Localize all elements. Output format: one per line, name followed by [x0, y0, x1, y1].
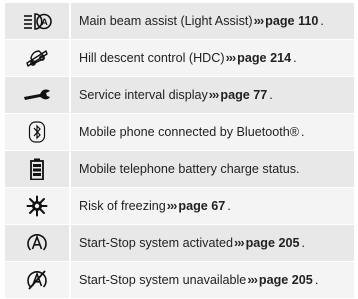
table-row: Hill descent control (HDC) ››› page 214 …: [5, 40, 354, 77]
start-stop-active-icon: [25, 231, 49, 255]
row-label: Risk of freezing: [79, 199, 166, 213]
icon-cell: [5, 262, 71, 298]
row-text: Mobile telephone battery charge status.: [71, 151, 354, 187]
svg-text:A: A: [41, 17, 48, 27]
row-end: .: [269, 88, 273, 102]
row-end: .: [227, 199, 231, 213]
row-label: Mobile telephone battery charge status.: [79, 162, 300, 176]
row-label: Start-Stop system activated: [79, 236, 233, 250]
page-reference-link[interactable]: page 205: [246, 236, 300, 250]
row-text: Hill descent control (HDC) ››› page 214 …: [71, 40, 354, 76]
reference-arrows: ›››: [234, 236, 245, 250]
row-text: Start-Stop system unavailable ››› page 2…: [71, 262, 354, 298]
page-reference-link[interactable]: page 205: [259, 273, 313, 287]
row-text: Risk of freezing ››› page 67 .: [71, 188, 354, 224]
start-stop-unavailable-icon: [25, 268, 49, 292]
reference-arrows: ›››: [225, 51, 237, 65]
reference-arrows: ›››: [253, 14, 265, 28]
page-reference-link[interactable]: page 214: [237, 51, 291, 65]
icon-cell: [5, 188, 71, 224]
row-label: Service interval display: [79, 88, 208, 102]
phone-battery-icon: [30, 158, 44, 180]
icon-cell: [5, 151, 71, 187]
main-beam-assist-icon: A: [22, 12, 52, 30]
row-end: .: [301, 236, 306, 250]
table-row: Mobile telephone battery charge status.: [5, 151, 354, 188]
table-row: Risk of freezing ››› page 67 .: [5, 188, 354, 225]
row-text: Mobile phone connected by Bluetooth® .: [71, 114, 354, 150]
row-label: Start-Stop system unavailable: [79, 273, 247, 287]
table-row: Start-Stop system activated ››› page 205…: [5, 225, 354, 262]
page-reference-link[interactable]: page 67: [178, 199, 225, 213]
row-label: Mobile phone connected by Bluetooth®: [79, 125, 300, 139]
row-end: .: [293, 51, 297, 65]
snowflake-icon: [26, 195, 48, 217]
row-text: Main beam assist (Light Assist) ››› page…: [71, 3, 354, 39]
symbol-table: A Main beam assist (Light Assist) ››› pa…: [5, 3, 354, 299]
wrench-icon: [22, 88, 52, 102]
icon-cell: [5, 114, 71, 150]
reference-arrows: ›››: [247, 273, 258, 287]
page-reference-link[interactable]: page 110: [265, 14, 318, 28]
row-end: .: [314, 273, 319, 287]
hill-descent-icon: [24, 46, 50, 70]
row-end: .: [301, 125, 305, 139]
icon-cell: A: [5, 3, 71, 39]
table-row: A Main beam assist (Light Assist) ››› pa…: [5, 3, 354, 40]
table-row: Start-Stop system unavailable ››› page 2…: [5, 262, 354, 299]
icon-cell: [5, 77, 71, 113]
reference-arrows: ›››: [166, 199, 178, 213]
icon-cell: [5, 40, 71, 76]
row-text: Service interval display ››› page 77 .: [71, 77, 354, 113]
table-row: Service interval display ››› page 77 .: [5, 77, 354, 114]
row-end: .: [320, 14, 324, 28]
page-reference-link[interactable]: page 77: [220, 88, 267, 102]
icon-cell: [5, 225, 71, 261]
bluetooth-icon: [28, 121, 46, 143]
row-label: Hill descent control (HDC): [79, 51, 225, 65]
row-label: Main beam assist (Light Assist): [79, 14, 253, 28]
reference-arrows: ›››: [208, 88, 220, 102]
row-text: Start-Stop system activated ››› page 205…: [71, 225, 354, 261]
table-row: Mobile phone connected by Bluetooth® .: [5, 114, 354, 151]
